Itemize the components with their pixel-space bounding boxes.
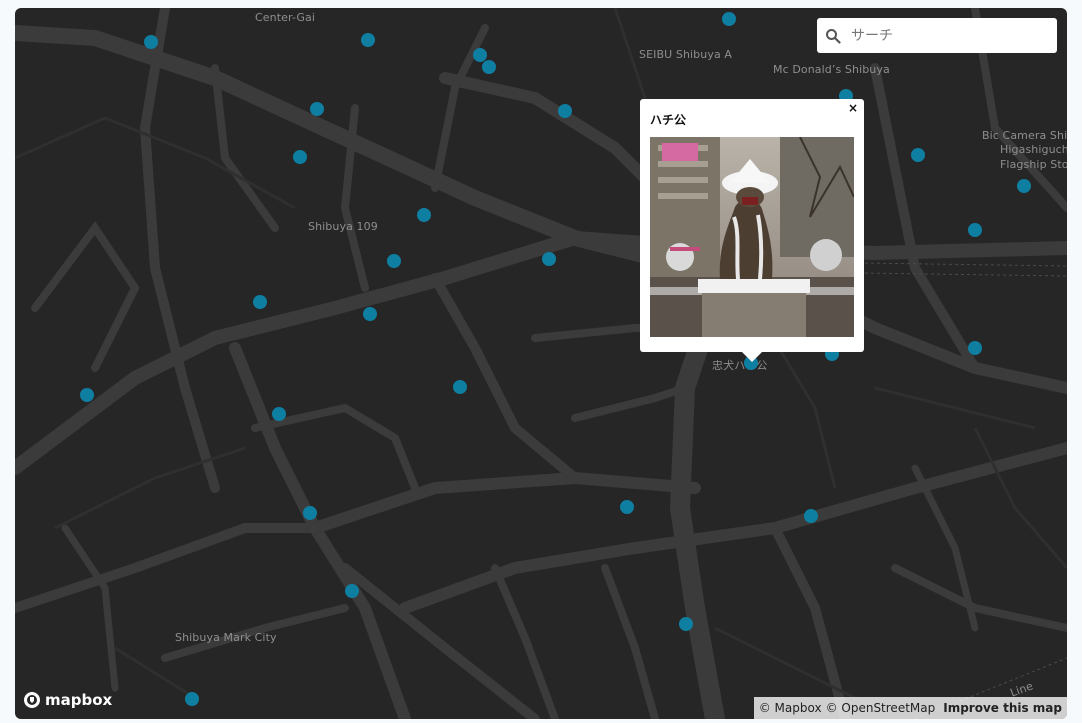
map-marker[interactable] [272, 407, 286, 421]
map-marker[interactable] [968, 223, 982, 237]
map-marker[interactable] [310, 102, 324, 116]
map-marker[interactable] [558, 104, 572, 118]
place-label-mcdonalds: Mc Donald’s Shibuya [773, 63, 890, 76]
popup-close-button[interactable]: × [848, 101, 858, 115]
map-marker[interactable] [911, 148, 925, 162]
map-marker[interactable] [361, 33, 375, 47]
map-marker[interactable] [1017, 179, 1031, 193]
map-marker[interactable] [363, 307, 377, 321]
map-marker[interactable] [293, 150, 307, 164]
map-marker[interactable] [144, 35, 158, 49]
place-label-mark-city: Shibuya Mark City [175, 631, 277, 644]
mapbox-logo-text: mapbox [45, 691, 113, 709]
attribution-mapbox-link[interactable]: © Mapbox [759, 701, 822, 715]
improve-map-link[interactable]: Improve this map [943, 701, 1062, 715]
map-marker[interactable] [417, 208, 431, 222]
map-marker[interactable] [253, 295, 267, 309]
map-marker[interactable] [679, 617, 693, 631]
map-marker[interactable] [80, 388, 94, 402]
map-marker[interactable] [542, 252, 556, 266]
attribution-bar: © Mapbox © OpenStreetMap Improve this ma… [753, 697, 1067, 719]
map-marker[interactable] [722, 12, 736, 26]
map-marker[interactable] [620, 500, 634, 514]
place-label-bic-camera-3: Flagship Store [1000, 158, 1067, 171]
map-marker[interactable] [185, 692, 199, 706]
search-input[interactable] [849, 19, 1048, 52]
map-marker[interactable] [303, 506, 317, 520]
search-icon [817, 18, 849, 53]
place-label-shibuya-109: Shibuya 109 [308, 220, 378, 233]
map-marker[interactable] [345, 584, 359, 598]
map-marker[interactable] [968, 341, 982, 355]
mapbox-logo[interactable]: mapbox [23, 691, 112, 709]
popup-title: ハチ公 [650, 113, 687, 127]
place-label-seibu: SEIBU Shibuya A [639, 48, 733, 61]
map-canvas[interactable]: Center-Gai SEIBU Shibuya A Mc Donald’s S… [15, 8, 1067, 719]
map-marker[interactable] [804, 509, 818, 523]
map-marker[interactable] [387, 254, 401, 268]
place-label-bic-camera: Bic Camera Shib [982, 129, 1067, 142]
popup-photo [650, 137, 854, 337]
place-label-center-gai: Center-Gai [255, 11, 316, 24]
marker-popup: ハチ公 × [640, 99, 864, 362]
attribution-osm-link[interactable]: © OpenStreetMap [826, 701, 936, 715]
street-network [15, 8, 1067, 719]
map-marker[interactable] [482, 60, 496, 74]
mapbox-logo-icon [23, 691, 41, 709]
map-marker[interactable] [453, 380, 467, 394]
search-box[interactable] [817, 18, 1057, 53]
place-label-bic-camera-2: Higashiguchi [1000, 143, 1067, 156]
